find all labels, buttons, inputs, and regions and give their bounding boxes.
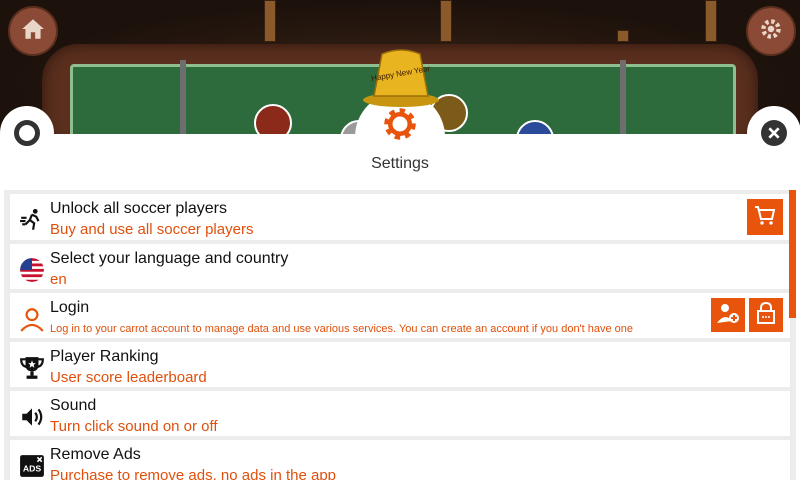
help-button[interactable] [0,106,54,160]
cart-icon [753,203,777,232]
user-icon [18,305,46,333]
new-year-hat-icon: Happy New Year [363,49,439,107]
home-button[interactable] [8,6,58,56]
speaker-icon [18,403,46,431]
rod [620,60,626,140]
game-settings-button[interactable] [746,6,796,56]
list-scrollbar[interactable] [789,190,796,318]
add-account-button[interactable] [711,298,745,332]
gear-icon [758,16,784,47]
rod-handle [705,0,717,42]
item-subtitle: User score leaderboard [50,369,207,386]
item-subtitle: Log in to your carrot account to manage … [50,323,634,335]
list-item-login[interactable]: Login Log in to your carrot account to m… [10,293,790,338]
list-item-sound[interactable]: Sound Turn click sound on or off [10,391,790,436]
buy-button[interactable] [747,199,783,235]
list-item-language[interactable]: Select your language and country en [10,244,790,289]
close-button[interactable] [747,106,800,160]
rod-handle [617,30,629,42]
close-icon [761,120,787,146]
settings-list[interactable]: Unlock all soccer players Buy and use al… [4,190,796,480]
forgot-password-button[interactable] [749,298,783,332]
item-subtitle: en [50,271,67,288]
home-icon [20,16,46,47]
add-user-icon [716,301,740,330]
svg-text:ADS: ADS [23,463,42,473]
list-item-player-ranking[interactable]: Player Ranking User score leaderboard [10,342,790,387]
list-item-unlock-players[interactable]: Unlock all soccer players Buy and use al… [10,194,790,240]
lifebuoy-icon [14,120,40,146]
rod-handle [264,0,276,42]
trophy-icon [18,354,46,382]
item-title: Remove Ads [50,446,141,463]
item-subtitle: Turn click sound on or off [50,418,218,435]
lock-question-icon [754,301,778,330]
ads-icon: ADS [18,452,46,480]
item-subtitle: Purchase to remove ads, no ads in the ap… [50,467,337,480]
item-title: Login [50,299,90,316]
page-title: Settings [371,155,429,172]
running-man-icon [18,206,46,234]
item-title: Select your language and country [50,250,289,267]
item-title: Unlock all soccer players [50,200,227,217]
item-title: Sound [50,397,97,414]
item-title: Player Ranking [50,348,159,365]
us-flag-icon [18,256,46,284]
rod-handle [440,0,452,42]
list-item-remove-ads[interactable]: ADS Remove Ads Purchase to remove ads, n… [10,440,790,480]
rod [180,60,186,140]
item-subtitle: Buy and use all soccer players [50,221,254,238]
